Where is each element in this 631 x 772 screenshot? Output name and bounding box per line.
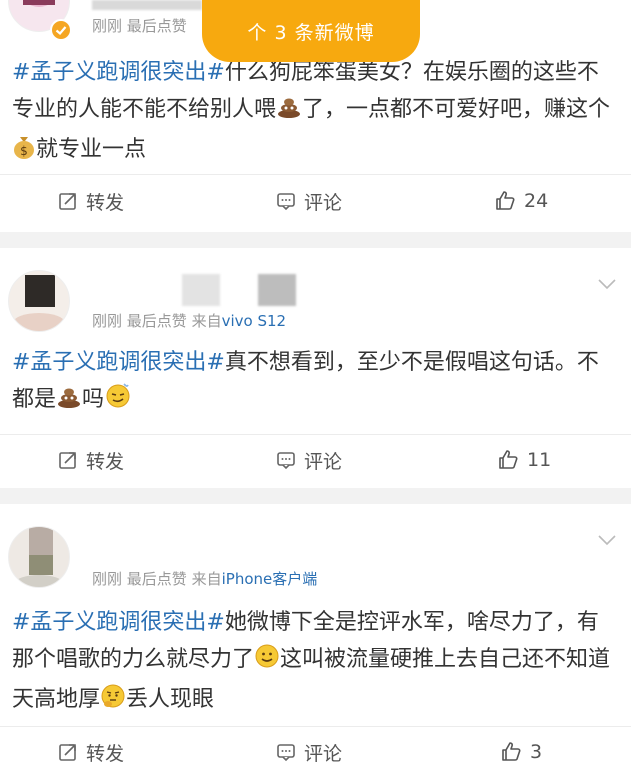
thumbs-up-icon — [500, 741, 522, 763]
comment-button[interactable]: 评论 — [276, 732, 342, 772]
meta-last-like: 最后点赞 — [126, 17, 187, 35]
chevron-down-icon[interactable] — [597, 278, 617, 290]
hashtag-link[interactable]: #孟子义跑调很突出# — [12, 60, 225, 85]
post-text: #孟子义跑调很突出#她微博下全是控评水军，啥尽力了，有那个唱歌的力么就尽力了 这叫… — [12, 604, 619, 721]
repost-button[interactable]: 转发 — [58, 732, 124, 772]
money-bag-emoji-icon: $ — [12, 133, 36, 171]
comment-icon — [276, 742, 296, 762]
repost-button[interactable]: 转发 — [58, 440, 124, 480]
meta-time: 刚刚 — [92, 570, 123, 588]
comment-icon — [276, 450, 296, 470]
post-text: #孟子义跑调很突出#真不想看到，至少不是假唱这句话。不都是吗 — [12, 344, 619, 421]
post-3: 刚刚 最后点赞 来自iPhone客户端 #孟子义跑调很突出#她微博下全是控评水军… — [0, 504, 631, 769]
thumbs-up-icon — [494, 190, 516, 212]
thinking-emoji-icon — [100, 683, 126, 721]
new-posts-banner[interactable]: 个 3 条新微博 — [202, 0, 420, 62]
avatar-image — [15, 527, 63, 587]
meta-time: 刚刚 — [92, 312, 123, 330]
avatar[interactable] — [8, 270, 70, 332]
comment-label: 评论 — [304, 742, 343, 765]
poop-emoji-icon — [276, 93, 302, 131]
repost-label: 转发 — [86, 191, 125, 214]
repost-button[interactable]: 转发 — [58, 181, 124, 221]
comment-button[interactable]: 评论 — [276, 181, 342, 221]
meta-from: 来自 — [191, 570, 222, 588]
comment-button[interactable]: 评论 — [276, 440, 342, 480]
action-bar: 转发 评论 11 — [0, 440, 631, 480]
repost-icon — [58, 742, 78, 762]
smile-emoji-icon — [254, 643, 280, 681]
verified-badge-icon — [50, 19, 72, 41]
repost-icon — [58, 191, 78, 211]
post-meta: 刚刚 最后点赞 来自iPhone客户端 — [92, 568, 317, 589]
meta-device[interactable]: iPhone客户端 — [222, 570, 318, 588]
smirk-emoji-icon — [104, 381, 132, 421]
meta-from: 来自 — [191, 312, 222, 330]
post-text: #孟子义跑调很突出#什么狗屁笨蛋美女？在娱乐圈的这些不专业的人能不能不给别人喂了… — [12, 54, 619, 171]
divider — [0, 726, 631, 727]
like-count: 3 — [530, 741, 543, 763]
hashtag-link[interactable]: #孟子义跑调很突出# — [12, 350, 225, 375]
text-part: 就专业一点 — [36, 137, 147, 162]
hashtag-link[interactable]: #孟子义跑调很突出# — [12, 610, 225, 635]
thumbs-up-icon — [497, 449, 519, 471]
post-meta: 刚刚 最后点赞 来自vivo S12 — [92, 310, 286, 331]
poop-emoji-icon — [56, 383, 82, 421]
svg-text:$: $ — [20, 144, 28, 158]
like-button[interactable]: 11 — [497, 440, 551, 480]
text-part: 丢人现眼 — [126, 687, 215, 712]
chevron-down-icon[interactable] — [597, 534, 617, 546]
post-separator — [0, 488, 631, 504]
post-separator — [0, 232, 631, 248]
repost-label: 转发 — [86, 450, 125, 473]
comment-icon — [276, 191, 296, 211]
username-redacted — [92, 0, 202, 10]
like-count: 11 — [527, 449, 552, 471]
post-meta: 刚刚 最后点赞 — [92, 15, 187, 36]
action-bar: 转发 评论 3 — [0, 732, 631, 772]
like-button[interactable]: 3 — [500, 732, 542, 772]
meta-last-like: 最后点赞 — [126, 570, 187, 588]
avatar-image — [13, 275, 65, 331]
username-redacted — [258, 274, 296, 306]
new-posts-label: 个 3 条新微博 — [247, 21, 375, 44]
repost-icon — [58, 450, 78, 470]
text-part: 了，一点都不可爱好吧，赚这个 — [302, 97, 611, 122]
post-2: 刚刚 最后点赞 来自vivo S12 #孟子义跑调很突出#真不想看到，至少不是假… — [0, 248, 631, 488]
avatar[interactable] — [8, 526, 70, 588]
divider — [0, 434, 631, 435]
action-bar: 转发 评论 24 — [0, 181, 631, 221]
meta-device[interactable]: vivo S12 — [222, 312, 286, 330]
like-button[interactable]: 24 — [494, 181, 548, 221]
text-part: 吗 — [82, 387, 105, 412]
username-redacted — [182, 274, 220, 306]
meta-time: 刚刚 — [92, 17, 123, 35]
comment-label: 评论 — [304, 191, 343, 214]
comment-label: 评论 — [304, 450, 343, 473]
repost-label: 转发 — [86, 742, 125, 765]
divider — [0, 174, 631, 175]
like-count: 24 — [524, 190, 549, 212]
meta-last-like: 最后点赞 — [126, 312, 187, 330]
